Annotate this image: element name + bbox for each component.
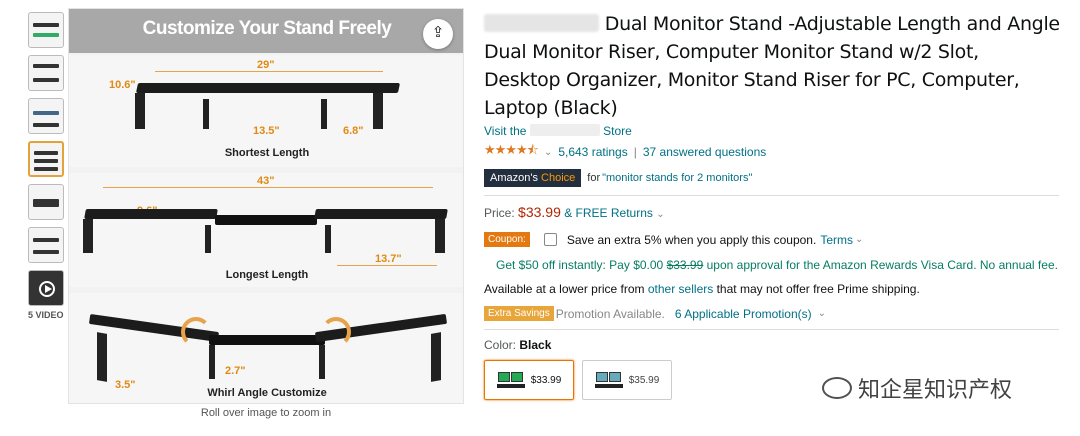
star-rating-icon[interactable]: ★★★★⯪	[484, 141, 539, 163]
terms-link[interactable]: Terms	[820, 233, 853, 247]
thumbnail-strip: 5 VIDEO	[28, 12, 72, 320]
dim-depth: 6.8"	[343, 125, 364, 137]
video-count-label: 5 VIDEO	[28, 310, 64, 320]
thumbnail-video[interactable]	[28, 270, 64, 306]
color-row: Color: Black	[484, 338, 552, 352]
zoom-hint: Roll over image to zoom in	[200, 407, 332, 419]
chevron-down-icon[interactable]: ⌄	[544, 147, 552, 158]
answered-questions-link[interactable]: 37 answered questions	[643, 145, 766, 159]
dim-gap: 13.5"	[253, 125, 280, 137]
chevron-down-icon[interactable]: ⌄	[656, 209, 664, 220]
thumbnail-5[interactable]	[28, 184, 64, 220]
dim-height: 10.6"	[109, 79, 136, 91]
visa-offer[interactable]: Get $50 off instantly: Pay $0.00 $33.99 …	[496, 257, 1060, 274]
choice-query-link[interactable]: "monitor stands for 2 monitors"	[602, 172, 752, 184]
watermark: 知企星知识产权	[822, 372, 1012, 404]
thumbnail-3[interactable]	[28, 98, 64, 134]
free-returns-link[interactable]: & FREE Returns	[564, 206, 653, 220]
main-product-image[interactable]: Customize Your Stand Freely ⇪ 29" 10.6" …	[68, 8, 464, 404]
dim-width: 29"	[257, 59, 275, 71]
image-banner: Customize Your Stand Freely	[69, 9, 463, 53]
store-link[interactable]: Visit the Store	[484, 124, 632, 138]
store-name-redacted	[529, 124, 600, 136]
coupon-badge: Coupon:	[484, 232, 530, 247]
chevron-down-icon[interactable]: ⌄	[818, 308, 826, 319]
rating-row: ★★★★⯪ ⌄ 5,643 ratings | 37 answered ques…	[484, 141, 1060, 163]
thumbnail-1[interactable]	[28, 12, 64, 48]
dim-height: 2.7"	[225, 365, 246, 377]
price-row: Price: $33.99 & FREE Returns ⌄	[484, 204, 665, 220]
store-row: Visit the Store	[484, 124, 1060, 138]
color-value: Black	[519, 338, 552, 352]
play-icon	[39, 281, 55, 297]
price-value: $33.99	[518, 204, 561, 220]
monitor-thumbnail-icon	[496, 372, 525, 388]
separator: |	[633, 145, 637, 159]
panel-shortest: 29" 10.6" 13.5" 6.8" Shortest Length	[69, 55, 463, 167]
divider	[484, 195, 1059, 196]
share-icon[interactable]: ⇪	[423, 19, 453, 49]
promotions-link[interactable]: 6 Applicable Promotion(s)	[675, 307, 812, 321]
monitor-thumbnail-icon	[594, 372, 623, 388]
amazons-choice-row: Amazon's Choice for "monitor stands for …	[484, 169, 1060, 187]
product-details: Dual Monitor Stand -Adjustable Length an…	[484, 10, 1060, 400]
ratings-link[interactable]: 5,643 ratings	[558, 145, 627, 159]
thumbnail-2[interactable]	[28, 55, 64, 91]
divider	[484, 329, 1059, 330]
coupon-checkbox[interactable]	[543, 233, 557, 246]
chevron-down-icon[interactable]: ⌄	[855, 234, 863, 245]
amazons-choice-badge: Amazon's Choice	[484, 169, 582, 187]
swatch-option-selected[interactable]: $33.99	[484, 360, 574, 400]
coupon-row: Coupon: Save an extra 5% when you apply …	[484, 232, 1060, 247]
swatch-option[interactable]: $35.99	[582, 360, 672, 400]
dim-width: 43"	[257, 175, 275, 187]
panel-caption: Whirl Angle Customize	[207, 387, 327, 399]
rotate-arrow-icon	[321, 317, 351, 347]
extra-savings-badge: Extra Savings	[484, 306, 554, 321]
panel-caption: Shortest Length	[224, 147, 310, 159]
product-title: Dual Monitor Stand -Adjustable Length an…	[484, 13, 1060, 119]
promotion-row: Extra Savings Promotion Available. 6 App…	[484, 306, 1060, 321]
panel-caption: Longest Length	[225, 269, 309, 281]
thumbnail-6[interactable]	[28, 227, 64, 263]
lower-price-row: Available at a lower price from other se…	[484, 282, 920, 296]
other-sellers-link[interactable]: other sellers	[648, 282, 713, 296]
wechat-icon	[822, 377, 852, 399]
panel-longest: 43" 9.6" 13.7" Longest Length	[69, 173, 463, 287]
dim-depth: 13.7"	[375, 253, 402, 265]
thumbnail-4-selected[interactable]	[28, 141, 64, 177]
panel-whirl: 2.7" 3.5" Whirl Angle Customize	[69, 293, 463, 403]
brand-redacted	[484, 14, 599, 32]
rotate-arrow-icon	[181, 317, 211, 347]
